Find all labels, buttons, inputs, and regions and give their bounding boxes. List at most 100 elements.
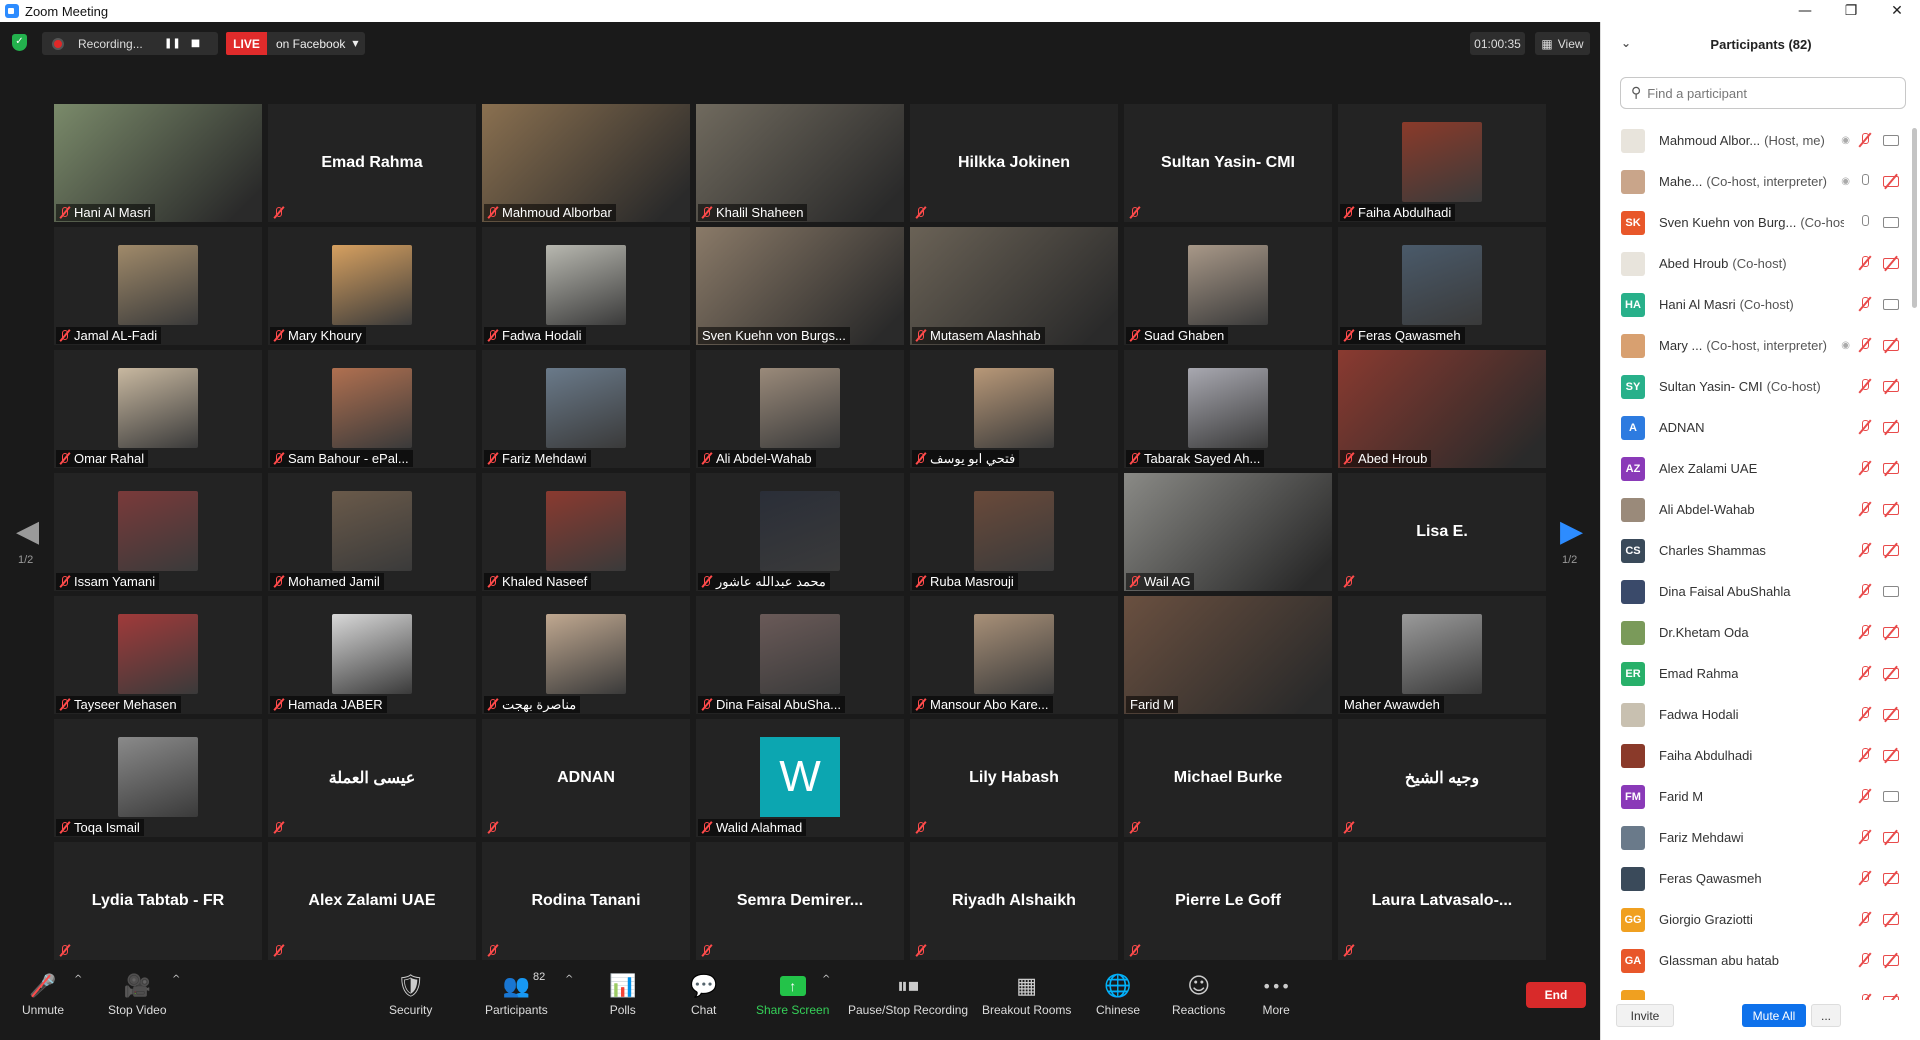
microphone-muted-icon[interactable] <box>1858 707 1872 722</box>
security-button[interactable]: 🛡 Security <box>389 972 432 1018</box>
share-options-caret-icon[interactable]: ^ <box>822 974 830 985</box>
participant-tile[interactable]: Pierre Le Goff <box>1124 842 1332 960</box>
participant-row[interactable]: Mary ... (Co-host, interpreter) ◉ <box>1601 325 1901 366</box>
participant-tile[interactable]: وجيه الشيخ <box>1338 719 1546 837</box>
participant-row[interactable]: Mahmoud Albor... (Host, me) ◉ <box>1601 120 1901 161</box>
participant-row[interactable]: FM Farid M <box>1601 776 1901 817</box>
microphone-muted-icon[interactable] <box>1858 953 1872 968</box>
participant-tile[interactable]: عيسى العملة <box>268 719 476 837</box>
participant-tile[interactable]: فتحي ابو يوسف <box>910 350 1118 468</box>
participant-tile[interactable]: Riyadh Alshaikh <box>910 842 1118 960</box>
participant-list-scrollbar[interactable] <box>1912 128 1917 308</box>
microphone-icon[interactable] <box>1858 174 1872 189</box>
microphone-muted-icon[interactable] <box>1858 912 1872 927</box>
livestream-destination-dropdown[interactable]: on Facebook ▼ <box>267 32 365 55</box>
participant-tile[interactable]: Faiha Abdulhadi <box>1338 104 1546 222</box>
participant-tile[interactable]: Mohamed Jamil <box>268 473 476 591</box>
video-options-caret-icon[interactable]: ^ <box>172 974 180 985</box>
unmute-button[interactable]: 🎤 Unmute <box>22 972 64 1018</box>
participant-search-input[interactable]: ⚲ Find a participant <box>1620 77 1906 109</box>
microphone-muted-icon[interactable] <box>1858 338 1872 353</box>
participant-row[interactable]: Fadwa Hodali <box>1601 694 1901 735</box>
microphone-muted-icon[interactable] <box>1858 133 1872 148</box>
participant-tile[interactable]: Semra Demirer... <box>696 842 904 960</box>
participant-tile[interactable]: Hani Al Masri <box>54 104 262 222</box>
participant-tile[interactable]: Dina Faisal AbuSha... <box>696 596 904 714</box>
pause-recording-icon[interactable]: ❚❚ <box>164 38 181 49</box>
participant-tile[interactable]: Issam Yamani <box>54 473 262 591</box>
participant-row[interactable]: AZ Alex Zalami UAE <box>1601 448 1901 489</box>
pause-stop-recording-button[interactable]: ⏸⏹ Pause/Stop Recording <box>848 972 968 1018</box>
participant-tile[interactable]: Sven Kuehn von Burgs... <box>696 227 904 345</box>
participant-tile[interactable]: Mary Khoury <box>268 227 476 345</box>
microphone-muted-icon[interactable] <box>1858 830 1872 845</box>
participant-tile[interactable]: Mahmoud Alborbar <box>482 104 690 222</box>
participant-tile[interactable]: Lisa E. <box>1338 473 1546 591</box>
reactions-button[interactable]: ☺ Reactions <box>1172 972 1225 1018</box>
next-page-arrow-icon[interactable]: ▶ <box>1560 514 1583 549</box>
microphone-muted-icon[interactable] <box>1858 543 1872 558</box>
participant-tile[interactable]: Khalil Shaheen <box>696 104 904 222</box>
participant-tile[interactable]: Alex Zalami UAE <box>268 842 476 960</box>
participant-tile[interactable]: Emad Rahma <box>268 104 476 222</box>
participant-tile[interactable]: Omar Rahal <box>54 350 262 468</box>
stop-video-button[interactable]: 🎥 Stop Video <box>108 972 167 1018</box>
participant-tile[interactable]: Feras Qawasmeh <box>1338 227 1546 345</box>
participant-tile[interactable]: W Walid Alahmad <box>696 719 904 837</box>
participant-row[interactable]: Dina Faisal AbuShahla <box>1601 571 1901 612</box>
more-button[interactable]: ••• More <box>1262 972 1290 1018</box>
participant-tile[interactable]: Mansour Abo Kare... <box>910 596 1118 714</box>
mute-all-button[interactable]: Mute All <box>1742 1004 1806 1027</box>
participant-row[interactable]: GG Giorgio Graziotti <box>1601 899 1901 940</box>
microphone-muted-icon[interactable] <box>1858 748 1872 763</box>
audio-options-caret-icon[interactable]: ^ <box>74 974 82 985</box>
participant-tile[interactable]: Suad Ghaben <box>1124 227 1332 345</box>
participant-tile[interactable]: Fadwa Hodali <box>482 227 690 345</box>
participant-tile[interactable]: Tayseer Mehasen <box>54 596 262 714</box>
stop-recording-icon[interactable]: ■ <box>191 38 200 49</box>
microphone-muted-icon[interactable] <box>1858 461 1872 476</box>
participant-tile[interactable]: Mutasem Alashhab <box>910 227 1118 345</box>
participant-tile[interactable]: Jamal AL-Fadi <box>54 227 262 345</box>
participants-options-caret-icon[interactable]: ^ <box>565 974 573 985</box>
interpretation-language-button[interactable]: 🌐 Chinese <box>1096 972 1140 1018</box>
participant-tile[interactable]: Sultan Yasin- CMI <box>1124 104 1332 222</box>
participant-tile[interactable]: Lily Habash <box>910 719 1118 837</box>
participant-tile[interactable]: Laura Latvasalo-... <box>1338 842 1546 960</box>
previous-page-arrow-icon[interactable]: ◀ <box>16 514 39 549</box>
microphone-muted-icon[interactable] <box>1858 871 1872 886</box>
view-button[interactable]: ▦ View <box>1535 32 1590 55</box>
invite-button[interactable]: Invite <box>1616 1004 1674 1027</box>
participant-row[interactable]: GA Glassman abu hatab <box>1601 940 1901 981</box>
minimize-button[interactable]: — <box>1782 0 1828 22</box>
participant-row[interactable]: Mahe... (Co-host, interpreter) ◉ <box>1601 161 1901 202</box>
participant-row[interactable]: CS Charles Shammas <box>1601 530 1901 571</box>
microphone-muted-icon[interactable] <box>1858 584 1872 599</box>
participant-tile[interactable]: Ruba Masrouji <box>910 473 1118 591</box>
participant-row[interactable]: SK Sven Kuehn von Burg...(Co-host) <box>1601 202 1901 243</box>
participant-row[interactable]: Ali Abdel-Wahab <box>1601 489 1901 530</box>
breakout-rooms-button[interactable]: ▦ Breakout Rooms <box>982 972 1071 1018</box>
participant-row[interactable]: A ADNAN <box>1601 407 1901 448</box>
share-screen-button[interactable]: ↑ Share Screen <box>756 972 829 1017</box>
participant-tile[interactable]: Tabarak Sayed Ah... <box>1124 350 1332 468</box>
participant-tile[interactable]: Farid M <box>1124 596 1332 714</box>
microphone-muted-icon[interactable] <box>1858 666 1872 681</box>
participant-row[interactable]: Dr.Khetam Oda <box>1601 612 1901 653</box>
collapse-panel-icon[interactable]: ⌄ <box>1621 36 1631 50</box>
participant-row[interactable]: Fariz Mehdawi <box>1601 817 1901 858</box>
participant-tile[interactable]: Abed Hroub <box>1338 350 1546 468</box>
polls-button[interactable]: 📊 Polls <box>609 972 636 1018</box>
restore-button[interactable]: ❐ <box>1828 0 1874 22</box>
chat-button[interactable]: 💬 Chat <box>690 972 717 1018</box>
microphone-muted-icon[interactable] <box>1858 625 1872 640</box>
microphone-muted-icon[interactable] <box>1858 297 1872 312</box>
microphone-muted-icon[interactable] <box>1858 789 1872 804</box>
participant-tile[interactable]: Michael Burke <box>1124 719 1332 837</box>
participant-tile[interactable]: Hilkka Jokinen <box>910 104 1118 222</box>
participant-tile[interactable]: Fariz Mehdawi <box>482 350 690 468</box>
participant-row[interactable]: Faiha Abdulhadi <box>1601 735 1901 776</box>
microphone-muted-icon[interactable] <box>1858 420 1872 435</box>
participant-row[interactable]: Abed Hroub (Co-host) <box>1601 243 1901 284</box>
close-button[interactable]: ✕ <box>1874 0 1920 22</box>
